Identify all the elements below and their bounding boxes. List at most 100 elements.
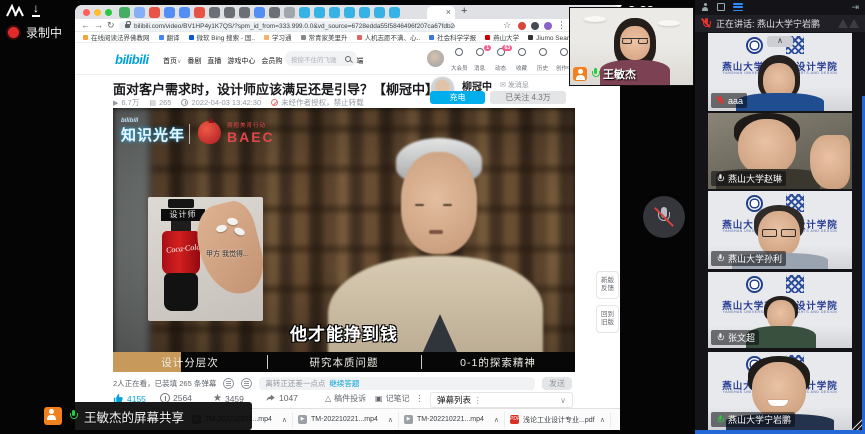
address-bar[interactable]: bilibili.com/video/BV1HP4y1K7QS/?spm_id_…: [119, 21, 455, 31]
collapse-panel-icon[interactable]: ⇥: [851, 2, 859, 13]
new-tab-button[interactable]: +: [461, 5, 467, 17]
search-input[interactable]: 按捺不住的飞驰: [285, 51, 357, 66]
menu-favorites[interactable]: 收藏: [514, 48, 529, 75]
reload-button[interactable]: ↻: [107, 20, 115, 31]
browser-tab-favicon[interactable]: [284, 7, 295, 18]
download-icon[interactable]: ↓: [32, 2, 40, 17]
active-tab[interactable]: ×: [427, 6, 455, 19]
note-button[interactable]: ▣记笔记: [375, 393, 410, 404]
window-minimize-button[interactable]: [94, 9, 101, 16]
browser-tab-favicon[interactable]: [329, 7, 340, 18]
presenter-camera[interactable]: 王敏杰: [570, 8, 693, 85]
recording-indicator: 录制中: [8, 24, 62, 41]
nav-item[interactable]: 直播: [207, 56, 221, 66]
participant-tile[interactable]: 燕山大学艺术与设计学院 YANSHAN UNIVERSITY SCHOOL OF…: [708, 191, 852, 269]
participant-name-label: 燕山大学孙利: [711, 251, 786, 266]
menu-icon[interactable]: [733, 3, 743, 11]
browser-tab-favicon[interactable]: [164, 7, 175, 18]
charge-button[interactable]: 充电: [430, 91, 485, 104]
participant-tile-active-speaker[interactable]: 燕山大学艺术与设计学院 YANSHAN UNIVERSITY SCHOOL OF…: [708, 352, 852, 430]
browser-tab-favicon[interactable]: [374, 7, 385, 18]
danmaku-input[interactable]: 离转正还差一点点 继续答题: [259, 377, 535, 390]
danmaku-display-icon[interactable]: [223, 378, 234, 389]
send-message-link[interactable]: ✉ 发消息: [500, 80, 529, 90]
send-danmaku-button[interactable]: 发送: [542, 377, 572, 390]
followed-button[interactable]: 已关注 4.3万: [490, 91, 566, 104]
danmaku-settings-icon[interactable]: [241, 378, 252, 389]
danmaku-list-panel[interactable]: 弹幕列表 ⋮ ∨: [430, 392, 573, 408]
expand-panel-icon[interactable]: ∨: [560, 396, 566, 405]
participant-tile[interactable]: 燕山大学艺术与设计学院 YANSHAN UNIVERSITY SCHOOL OF…: [708, 33, 852, 111]
menu-feed[interactable]: 动态63: [493, 48, 508, 75]
browser-tab-favicons[interactable]: [119, 7, 400, 18]
muted-mic-indicator[interactable]: [643, 196, 685, 238]
bookmark-item[interactable]: 学习通: [264, 32, 292, 42]
bookmark-item[interactable]: 燕山大学: [485, 32, 519, 42]
back-button[interactable]: ←: [81, 20, 90, 30]
menu-vip[interactable]: 大会员: [451, 48, 466, 75]
download-item[interactable]: ▶TM-202210221...mp4∧: [293, 412, 399, 428]
browser-tab-favicon[interactable]: [179, 7, 190, 18]
extension-icon[interactable]: [544, 22, 552, 30]
browser-tab-favicon[interactable]: [344, 7, 355, 18]
forward-button[interactable]: →: [94, 20, 103, 30]
bookmark-item[interactable]: 微软 Bing 搜索 - 国..: [189, 32, 256, 42]
bookmark-item[interactable]: 翻译: [159, 32, 180, 42]
browser-tab-favicon[interactable]: [134, 7, 145, 18]
menu-history[interactable]: 历史: [535, 48, 550, 75]
window-zoom-button[interactable]: [105, 9, 112, 16]
screen-share-banner[interactable]: 王敏杰的屏幕共享: [36, 402, 252, 430]
browser-tab-favicon[interactable]: [359, 7, 370, 18]
share-button[interactable]: 1047: [265, 393, 298, 403]
continue-quiz-link[interactable]: 继续答题: [329, 378, 359, 389]
browser-tab-favicon[interactable]: [209, 7, 220, 18]
video-player[interactable]: bilibili 知识光年 拥抱美育行动 BAEC 设计师 Coca·Cola: [113, 108, 575, 372]
participant-tile[interactable]: 燕山大学艺术与设计学院 YANSHAN UNIVERSITY SCHOOL OF…: [708, 272, 852, 348]
layout-icon[interactable]: [717, 3, 725, 11]
browser-tab-favicon[interactable]: [119, 7, 130, 18]
nav-item-home[interactable]: 首页∨: [163, 56, 181, 66]
browser-tab-favicon[interactable]: [149, 7, 160, 18]
participant-tile[interactable]: 燕山大学赵琳: [708, 113, 852, 189]
search-icon[interactable]: [345, 56, 351, 62]
extension-icon[interactable]: [531, 22, 539, 30]
download-menu-icon: ∧: [282, 416, 287, 424]
url-text[interactable]: bilibili.com/video/BV1HP4y1K7QS/?spm_id_…: [134, 23, 455, 30]
record-dot-icon: [8, 27, 19, 38]
browser-tab-favicon[interactable]: [194, 7, 205, 18]
browser-tab-favicon[interactable]: [314, 7, 325, 18]
browser-tab-favicon[interactable]: [254, 7, 265, 18]
download-item[interactable]: ▶TM-202210221...mp4∧: [399, 412, 505, 428]
browser-tab-favicon[interactable]: [389, 7, 400, 18]
browser-tab-favicon[interactable]: [299, 7, 310, 18]
browser-menu-icon[interactable]: ⋮: [557, 20, 566, 31]
menu-creator-center[interactable]: 创作中心: [556, 48, 571, 75]
video-file-icon: ▶: [404, 415, 413, 424]
extension-icon[interactable]: [518, 22, 526, 30]
bookmark-item[interactable]: 人机志愿不满、心..: [357, 32, 421, 42]
more-actions-button[interactable]: ⋮: [415, 393, 424, 404]
new-version-feedback-button[interactable]: 新版反馈: [596, 271, 619, 299]
download-item[interactable]: PDF浅论工业设计专业...pdf∧: [505, 412, 611, 428]
browser-tab-favicon[interactable]: [224, 7, 235, 18]
bookmark-star-icon[interactable]: ☆: [503, 20, 511, 31]
browser-tab-favicon[interactable]: [269, 7, 280, 18]
participants-icon[interactable]: [701, 3, 709, 11]
back-to-old-version-button[interactable]: 回到旧版: [596, 305, 619, 333]
window-close-button[interactable]: [83, 9, 90, 16]
nav-item[interactable]: 游戏中心: [227, 56, 255, 66]
bilibili-logo[interactable]: bilibili: [115, 52, 149, 67]
browser-tab-strip[interactable]: × + ⌄: [75, 5, 620, 19]
menu-messages[interactable]: 消息1: [472, 48, 487, 75]
bookmark-item[interactable]: 常青家美里升: [301, 32, 348, 42]
report-button[interactable]: △稿件投诉: [325, 393, 366, 404]
nav-item[interactable]: 番剧: [187, 56, 201, 66]
browser-tab-favicon[interactable]: [239, 7, 250, 18]
bookmark-item[interactable]: 在线阅读法界佛教网: [83, 32, 150, 42]
nav-item[interactable]: 会员购: [261, 56, 282, 66]
user-avatar[interactable]: [427, 50, 444, 67]
browser-window: × + ⌄ ← → ↻ bilibili.com/video/BV1HP4y1K…: [75, 5, 620, 430]
bookmark-item[interactable]: 社会科学学报: [429, 32, 476, 42]
collapse-tiles-button[interactable]: ∧: [767, 36, 793, 47]
close-tab-icon[interactable]: ×: [446, 7, 451, 17]
